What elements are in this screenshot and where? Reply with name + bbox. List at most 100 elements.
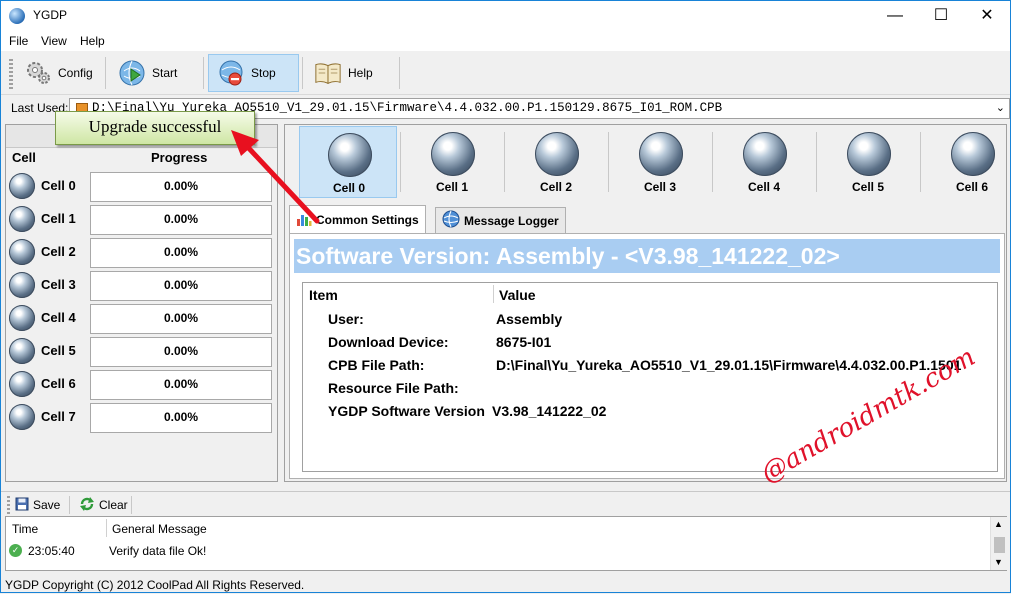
status-bar: YGDP Copyright (C) 2012 CoolPad All Righ… — [1, 576, 1010, 594]
software-version-banner: Software Version: Assembly - <V3.98_1412… — [294, 239, 1000, 273]
globe-icon — [535, 132, 579, 176]
row-key: User: — [328, 311, 364, 327]
progress-box: 0.00% — [90, 370, 272, 400]
cell-detail-panel: Cell 0 Cell 1 Cell 2 Cell 3 Cell 4 Cell … — [284, 124, 1007, 482]
column-header-time: Time — [12, 522, 39, 536]
tab-message-logger[interactable]: Message Logger — [435, 207, 566, 233]
cell-row[interactable]: Cell 4 0.00% — [6, 302, 277, 335]
menu-help[interactable]: Help — [80, 34, 105, 48]
config-label: Config — [58, 66, 93, 80]
chevron-down-icon[interactable]: ⌄ — [996, 101, 1005, 114]
help-button[interactable]: Help — [305, 54, 382, 92]
globe-icon — [9, 305, 35, 331]
cell-separator — [712, 132, 713, 192]
save-button[interactable]: Save — [15, 495, 60, 515]
cell-separator — [816, 132, 817, 192]
menu-file[interactable]: File — [9, 34, 28, 48]
maximize-button[interactable]: ☐ — [918, 1, 964, 31]
globe-icon — [9, 404, 35, 430]
config-button[interactable]: Config — [15, 54, 102, 92]
common-settings-pane: Software Version: Assembly - <V3.98_1412… — [289, 233, 1005, 479]
log-toolbar: Save Clear — [1, 491, 1010, 516]
cell-separator — [608, 132, 609, 192]
globe-icon — [639, 132, 683, 176]
cell-separator — [400, 132, 401, 192]
scroll-up-icon[interactable]: ▲ — [994, 519, 1003, 529]
progress-box: 0.00% — [90, 271, 272, 301]
cell-separator — [504, 132, 505, 192]
table-row[interactable]: CPB File Path: D:\Final\Yu_Yureka_AO5510… — [303, 355, 997, 378]
cell-label: Cell 5 — [41, 343, 76, 358]
annotation-arrow — [231, 130, 320, 224]
toolbar-separator — [131, 496, 132, 514]
row-value: 8675-I01 — [496, 334, 552, 350]
cell-label: Cell 3 — [41, 277, 76, 292]
cell-tile-4[interactable]: Cell 4 — [715, 126, 813, 198]
globe-icon — [442, 210, 460, 231]
app-globe-icon — [9, 8, 25, 24]
cell-label: Cell 4 — [41, 310, 76, 325]
scroll-thumb[interactable] — [994, 537, 1005, 553]
column-header-item: Item — [309, 287, 338, 303]
cell-tile-2[interactable]: Cell 2 — [507, 126, 605, 198]
toolbar-grip[interactable] — [7, 496, 10, 514]
column-header-message: General Message — [112, 522, 207, 536]
start-button[interactable]: Start — [109, 54, 186, 92]
info-table: Item Value User: Assembly Download Devic… — [302, 282, 998, 472]
cell-label: Cell 2 — [41, 244, 76, 259]
toolbar-separator — [399, 57, 400, 89]
cell-row[interactable]: Cell 3 0.00% — [6, 269, 277, 302]
log-scrollbar[interactable]: ▲ ▼ — [990, 517, 1007, 570]
table-row[interactable]: User: Assembly — [303, 309, 997, 332]
minimize-button[interactable]: — — [872, 1, 918, 31]
progress-box: 0.00% — [90, 403, 272, 433]
log-time: 23:05:40 — [28, 544, 75, 558]
log-list[interactable]: Time General Message ✓ 23:05:40 Verify d… — [5, 516, 1007, 571]
check-circle-icon: ✓ — [9, 544, 22, 557]
cell-tile-5[interactable]: Cell 5 — [819, 126, 917, 198]
toolbar-separator — [302, 57, 303, 89]
cell-row[interactable]: Cell 7 0.00% — [6, 401, 277, 434]
toolbar-grip[interactable] — [9, 59, 13, 89]
globe-icon — [951, 132, 995, 176]
gears-icon — [24, 59, 52, 87]
cell-tile-label: Cell 2 — [539, 180, 572, 194]
cell-label: Cell 0 — [41, 178, 76, 193]
cell-row[interactable]: Cell 2 0.00% — [6, 236, 277, 269]
cell-tile-3[interactable]: Cell 3 — [611, 126, 709, 198]
menu-bar: File View Help — [1, 31, 1010, 51]
column-divider[interactable] — [106, 519, 107, 537]
progress-box: 0.00% — [90, 238, 272, 268]
clear-button[interactable]: Clear — [79, 495, 128, 515]
tab-label: Message Logger — [464, 213, 559, 228]
start-label: Start — [152, 66, 178, 80]
column-header-value: Value — [499, 287, 536, 303]
globe-icon — [9, 206, 35, 232]
cell-strip: Cell 0 Cell 1 Cell 2 Cell 3 Cell 4 Cell … — [295, 126, 1007, 198]
cell-tile-6[interactable]: Cell 6 — [923, 126, 1011, 198]
close-button[interactable]: ✕ — [964, 1, 1010, 31]
save-label: Save — [33, 498, 61, 512]
toolbar-separator — [69, 496, 70, 514]
cell-row[interactable]: Cell 6 0.00% — [6, 368, 277, 401]
stop-label: Stop — [251, 66, 276, 80]
table-row[interactable]: Download Device: 8675-I01 — [303, 332, 997, 355]
progress-box: 0.00% — [90, 337, 272, 367]
cell-tile-label: Cell 3 — [643, 180, 676, 194]
globe-icon — [9, 371, 35, 397]
title-bar: YGDP — ☐ ✕ — [1, 1, 1010, 31]
stop-button[interactable]: Stop — [208, 54, 299, 92]
menu-view[interactable]: View — [41, 34, 67, 48]
column-divider[interactable] — [493, 285, 494, 303]
refresh-icon — [79, 496, 95, 515]
cell-row[interactable]: Cell 5 0.00% — [6, 335, 277, 368]
cell-label: Cell 7 — [41, 409, 76, 424]
row-key: CPB File Path: — [328, 357, 425, 373]
app-window: YGDP — ☐ ✕ File View Help Config Start S… — [0, 0, 1011, 593]
cell-tile-1[interactable]: Cell 1 — [403, 126, 501, 198]
globe-icon — [9, 239, 35, 265]
scroll-down-icon[interactable]: ▼ — [994, 557, 1003, 567]
stop-globe-icon — [217, 59, 245, 87]
column-header-cell: Cell — [12, 150, 36, 165]
row-value: D:\Final\Yu_Yureka_AO5510_V1_29.01.15\Fi… — [496, 357, 962, 373]
